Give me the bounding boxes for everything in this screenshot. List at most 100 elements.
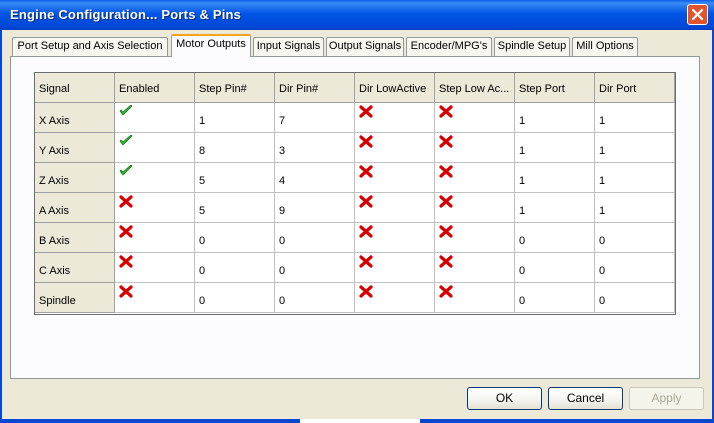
step-port-cell[interactable]: 0 (515, 223, 595, 253)
col-header-dir-port[interactable]: Dir Port (595, 73, 675, 103)
enabled-cell[interactable] (115, 193, 195, 223)
table-row[interactable]: Z Axis 5 4 1 1 (35, 163, 675, 193)
grid-header: Signal Enabled Step Pin# Dir Pin# Dir Lo… (35, 73, 675, 103)
dir-low-active-cell[interactable] (355, 133, 435, 163)
table-row[interactable]: A Axis 5 9 1 1 (35, 193, 675, 223)
tab-input-signals[interactable]: Input Signals (253, 37, 324, 56)
dir-port-cell[interactable]: 0 (595, 253, 675, 283)
green-check-icon (119, 165, 133, 176)
tab-mill-options[interactable]: Mill Options (572, 37, 638, 56)
step-port-cell[interactable]: 1 (515, 193, 595, 223)
col-header-step-port[interactable]: Step Port (515, 73, 595, 103)
col-header-step-pin[interactable]: Step Pin# (195, 73, 275, 103)
dir-port-cell[interactable]: 1 (595, 103, 675, 133)
dir-low-active-cell[interactable] (355, 193, 435, 223)
red-x-icon (359, 135, 373, 148)
dir-port-cell[interactable]: 0 (595, 223, 675, 253)
signal-cell: Y Axis (35, 133, 115, 163)
dir-pin-cell[interactable]: 4 (275, 163, 355, 193)
dir-pin-cell[interactable]: 0 (275, 283, 355, 313)
table-row[interactable]: B Axis 0 0 0 0 (35, 223, 675, 253)
red-x-icon (119, 225, 133, 238)
title-bar[interactable]: Engine Configuration... Ports & Pins (0, 0, 714, 30)
col-header-step-low-active[interactable]: Step Low Ac... (435, 73, 515, 103)
dir-pin-cell[interactable]: 0 (275, 253, 355, 283)
table-row[interactable]: X Axis 1 7 1 1 (35, 103, 675, 133)
red-x-icon (359, 165, 373, 178)
dir-port-cell[interactable]: 1 (595, 133, 675, 163)
table-row[interactable]: Y Axis 8 3 1 1 (35, 133, 675, 163)
tab-output-signals[interactable]: Output Signals (326, 37, 404, 56)
apply-button[interactable]: Apply (629, 387, 704, 410)
col-header-signal[interactable]: Signal (35, 73, 115, 103)
enabled-cell[interactable] (115, 283, 195, 313)
table-row[interactable]: C Axis 0 0 0 0 (35, 253, 675, 283)
dir-low-active-cell[interactable] (355, 253, 435, 283)
step-pin-cell[interactable]: 0 (195, 283, 275, 313)
dir-low-active-cell[interactable] (355, 283, 435, 313)
tab-motor-outputs[interactable]: Motor Outputs (171, 34, 251, 57)
dir-port-cell[interactable]: 1 (595, 193, 675, 223)
tab-encoder-mpg[interactable]: Encoder/MPG's (406, 37, 492, 56)
red-x-icon (119, 255, 133, 268)
step-low-active-cell[interactable] (435, 103, 515, 133)
red-x-icon (119, 195, 133, 208)
motor-outputs-grid[interactable]: Signal Enabled Step Pin# Dir Pin# Dir Lo… (34, 72, 676, 315)
step-low-active-cell[interactable] (435, 133, 515, 163)
dir-low-active-cell[interactable] (355, 103, 435, 133)
col-header-dir-pin[interactable]: Dir Pin# (275, 73, 355, 103)
red-x-icon (359, 195, 373, 208)
enabled-cell[interactable] (115, 163, 195, 193)
ok-button[interactable]: OK (467, 387, 542, 410)
dir-port-cell[interactable]: 0 (595, 283, 675, 313)
step-port-cell[interactable]: 0 (515, 283, 595, 313)
cancel-button[interactable]: Cancel (548, 387, 623, 410)
red-x-icon (359, 105, 373, 118)
step-port-cell[interactable]: 1 (515, 163, 595, 193)
window-title: Engine Configuration... Ports & Pins (10, 7, 242, 22)
signal-cell: C Axis (35, 253, 115, 283)
dir-low-active-cell[interactable] (355, 163, 435, 193)
signal-cell: Z Axis (35, 163, 115, 193)
tab-port-setup[interactable]: Port Setup and Axis Selection (12, 37, 168, 56)
dir-pin-cell[interactable]: 3 (275, 133, 355, 163)
dir-low-active-cell[interactable] (355, 223, 435, 253)
enabled-cell[interactable] (115, 103, 195, 133)
step-low-active-cell[interactable] (435, 163, 515, 193)
close-button[interactable] (687, 4, 708, 25)
step-pin-cell[interactable]: 0 (195, 223, 275, 253)
green-check-icon (119, 105, 133, 116)
tab-spindle-setup[interactable]: Spindle Setup (494, 37, 570, 56)
step-low-active-cell[interactable] (435, 223, 515, 253)
enabled-cell[interactable] (115, 133, 195, 163)
red-x-icon (439, 225, 453, 238)
dir-pin-cell[interactable]: 9 (275, 193, 355, 223)
step-port-cell[interactable]: 1 (515, 133, 595, 163)
step-pin-cell[interactable]: 8 (195, 133, 275, 163)
step-low-active-cell[interactable] (435, 283, 515, 313)
red-x-icon (119, 285, 133, 298)
col-header-dir-low-active[interactable]: Dir LowActive (355, 73, 435, 103)
step-low-active-cell[interactable] (435, 193, 515, 223)
dir-port-cell[interactable]: 1 (595, 163, 675, 193)
step-pin-cell[interactable]: 0 (195, 253, 275, 283)
enabled-cell[interactable] (115, 253, 195, 283)
step-pin-cell[interactable]: 5 (195, 163, 275, 193)
red-x-icon (439, 135, 453, 148)
step-pin-cell[interactable]: 5 (195, 193, 275, 223)
step-port-cell[interactable]: 1 (515, 103, 595, 133)
taskbar-edge (0, 419, 714, 423)
step-pin-cell[interactable]: 1 (195, 103, 275, 133)
red-x-icon (439, 195, 453, 208)
table-row[interactable]: Spindle 0 0 0 0 (35, 283, 675, 313)
dir-pin-cell[interactable]: 0 (275, 223, 355, 253)
green-check-icon (119, 135, 133, 146)
red-x-icon (359, 225, 373, 238)
enabled-cell[interactable] (115, 223, 195, 253)
step-low-active-cell[interactable] (435, 253, 515, 283)
dir-pin-cell[interactable]: 7 (275, 103, 355, 133)
red-x-icon (359, 255, 373, 268)
step-port-cell[interactable]: 0 (515, 253, 595, 283)
red-x-icon (439, 285, 453, 298)
col-header-enabled[interactable]: Enabled (115, 73, 195, 103)
